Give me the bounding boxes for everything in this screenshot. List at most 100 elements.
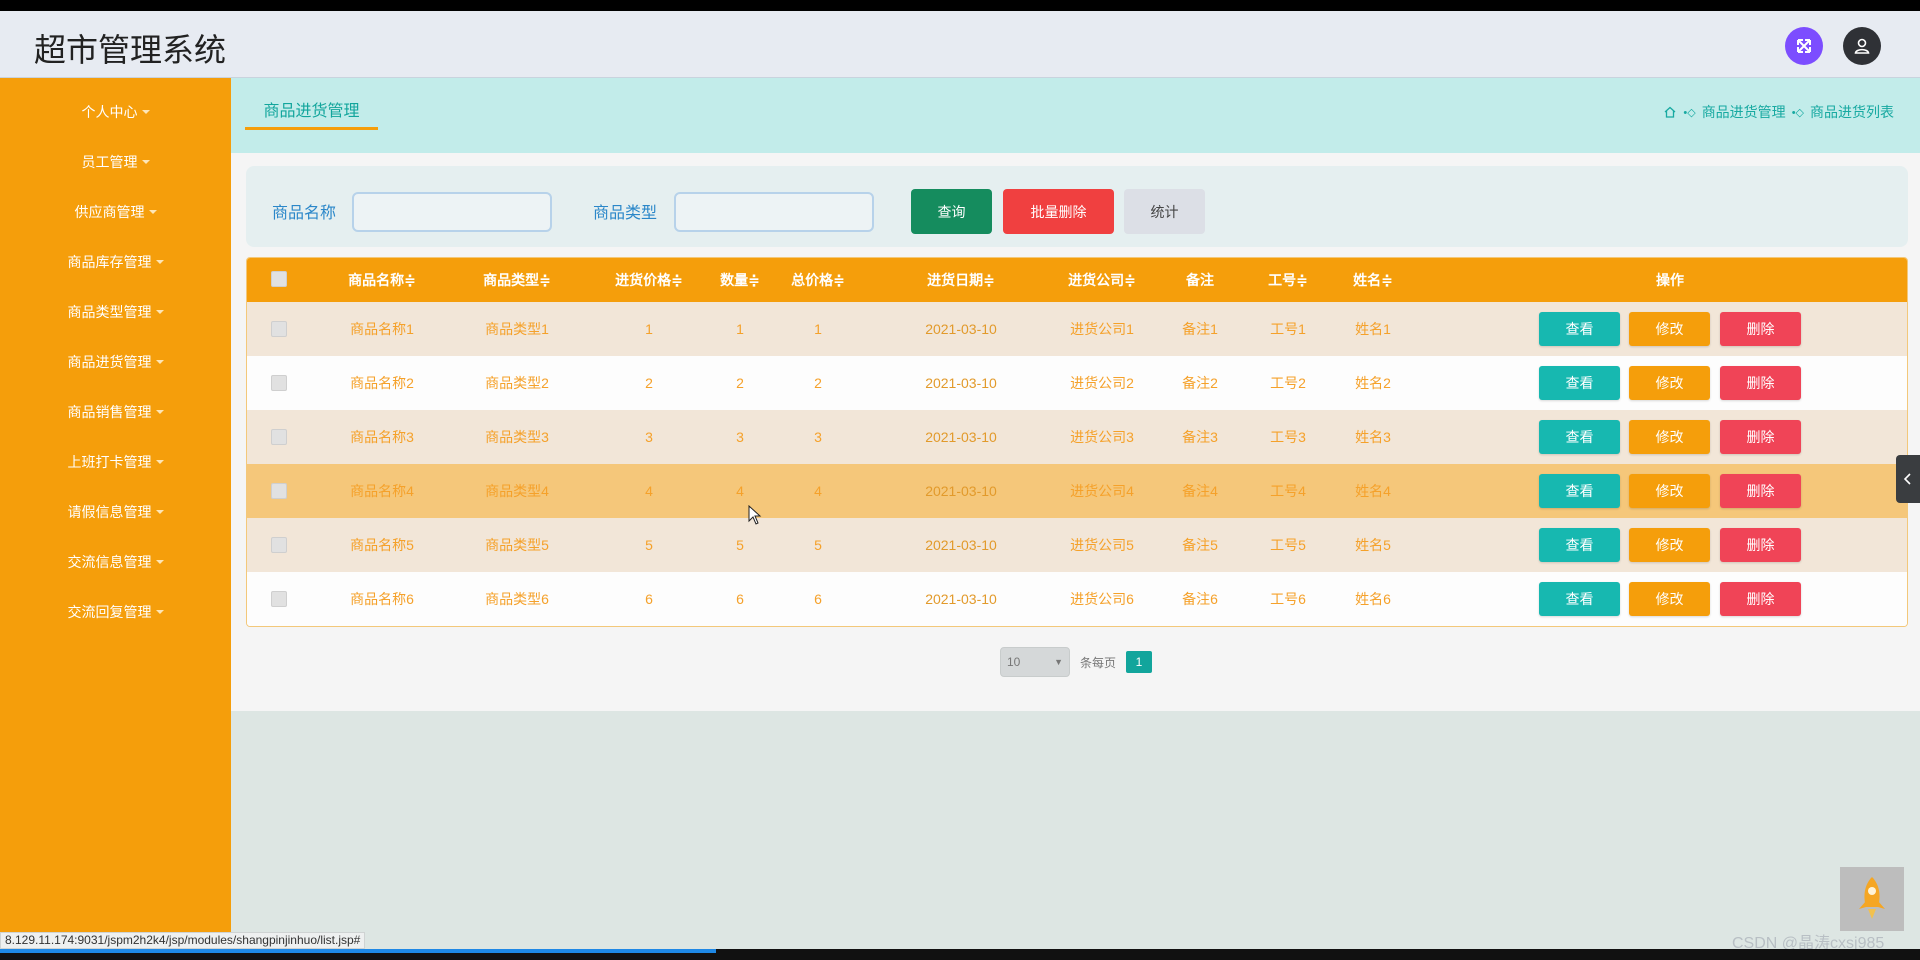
delete-button[interactable]: 删除 (1720, 528, 1801, 562)
view-button[interactable]: 查看 (1539, 312, 1620, 346)
cell-product-type: 商品类型5 (485, 537, 549, 553)
collapse-panel-toggle[interactable] (1896, 455, 1920, 503)
row-checkbox[interactable] (271, 483, 287, 499)
home-icon[interactable] (1663, 105, 1677, 119)
breadcrumb-item[interactable]: 商品进货管理 (1702, 102, 1786, 122)
purchase-table: 商品名称≑ 商品类型≑ 进货价格≑ 数量≑ 总价格≑ 进货日期≑ 进货公司≑ 备… (246, 257, 1908, 627)
view-button[interactable]: 查看 (1539, 420, 1620, 454)
sidebar-item-label: 交流信息管理 (67, 554, 152, 570)
edit-button[interactable]: 修改 (1629, 420, 1710, 454)
sidebar-item-personal-center[interactable]: 个人中心 (0, 97, 231, 127)
tab-purchasing[interactable]: 商品进货管理 (245, 90, 378, 130)
cell-total: 4 (814, 483, 822, 499)
column-header-quantity[interactable]: 数量≑ (700, 258, 780, 302)
column-header-total[interactable]: 总价格≑ (778, 258, 858, 302)
page-size-select[interactable]: 10 ▼ (1000, 647, 1070, 677)
view-button[interactable]: 查看 (1539, 528, 1620, 562)
column-header-date[interactable]: 进货日期≑ (901, 258, 1021, 302)
column-header-product-type[interactable]: 商品类型≑ (467, 258, 567, 302)
chevron-left-icon (1903, 473, 1911, 485)
edit-button[interactable]: 修改 (1629, 312, 1710, 346)
tab-bar: 商品进货管理 •◇ 商品进货管理 •◇ 商品进货列表 (231, 78, 1920, 153)
edit-button[interactable]: 修改 (1629, 366, 1710, 400)
cell-company: 进货公司5 (1070, 537, 1134, 553)
caret-down-icon (155, 260, 164, 264)
column-header-job-no[interactable]: 工号≑ (1248, 258, 1328, 302)
sidebar-item-label: 个人中心 (81, 104, 138, 120)
edit-button[interactable]: 修改 (1629, 582, 1710, 616)
sidebar-item-clock-in[interactable]: 上班打卡管理 (0, 447, 231, 477)
cell-job-no: 工号5 (1270, 537, 1306, 553)
row-checkbox[interactable] (271, 429, 287, 445)
cell-price: 4 (645, 483, 653, 499)
sidebar-item-replies[interactable]: 交流回复管理 (0, 597, 231, 627)
column-header-price[interactable]: 进货价格≑ (599, 258, 699, 302)
product-name-label: 商品名称 (272, 205, 337, 222)
delete-button[interactable]: 删除 (1720, 420, 1801, 454)
rocket-icon (1859, 877, 1885, 919)
sidebar-item-inventory[interactable]: 商品库存管理 (0, 247, 231, 277)
table-row: 商品名称2 商品类型2 2 2 2 2021-03-10 进货公司2 备注2 工… (247, 356, 1907, 410)
back-to-top-button[interactable] (1840, 867, 1904, 931)
edit-button[interactable]: 修改 (1629, 528, 1710, 562)
edit-button[interactable]: 修改 (1629, 474, 1710, 508)
cell-total: 6 (814, 591, 822, 607)
batch-delete-button[interactable]: 批量删除 (1003, 189, 1114, 234)
fullscreen-button[interactable] (1785, 27, 1823, 65)
cell-price: 1 (645, 321, 653, 337)
user-menu-button[interactable] (1843, 27, 1881, 65)
cell-quantity: 1 (736, 321, 744, 337)
column-header-company[interactable]: 进货公司≑ (1047, 258, 1157, 302)
delete-button[interactable]: 删除 (1720, 582, 1801, 616)
page-size-value: 10 (1007, 655, 1021, 669)
cell-job-no: 工号1 (1270, 321, 1306, 337)
product-type-input[interactable] (674, 192, 874, 232)
cell-job-no: 工号6 (1270, 591, 1306, 607)
view-button[interactable]: 查看 (1539, 366, 1620, 400)
cell-price: 6 (645, 591, 653, 607)
delete-button[interactable]: 删除 (1720, 312, 1801, 346)
row-checkbox[interactable] (271, 375, 287, 391)
sidebar-nav: 个人中心 员工管理 供应商管理 商品库存管理 商品类型管理 商品进货管理 商品销… (0, 78, 231, 949)
cell-date: 2021-03-10 (925, 375, 997, 391)
view-button[interactable]: 查看 (1539, 582, 1620, 616)
column-header-person[interactable]: 姓名≑ (1333, 258, 1413, 302)
cell-job-no: 工号3 (1270, 429, 1306, 445)
cell-note: 备注3 (1182, 429, 1218, 445)
cell-company: 进货公司4 (1070, 483, 1134, 499)
product-name-input[interactable] (352, 192, 552, 232)
cell-price: 3 (645, 429, 653, 445)
sidebar-item-purchasing[interactable]: 商品进货管理 (0, 347, 231, 377)
delete-button[interactable]: 删除 (1720, 366, 1801, 400)
watermark: CSDN @晶涛cxsj985 (1732, 935, 1885, 949)
page-load-progress (0, 949, 716, 953)
cell-date: 2021-03-10 (925, 537, 997, 553)
mouse-cursor-icon (748, 504, 762, 530)
sidebar-item-leave[interactable]: 请假信息管理 (0, 497, 231, 527)
view-button[interactable]: 查看 (1539, 474, 1620, 508)
cell-product-type: 商品类型3 (485, 429, 549, 445)
column-header-product-name[interactable]: 商品名称≑ (332, 258, 432, 302)
row-checkbox[interactable] (271, 321, 287, 337)
cell-product-name: 商品名称3 (350, 429, 414, 445)
sidebar-item-label: 商品库存管理 (67, 254, 152, 270)
row-checkbox[interactable] (271, 591, 287, 607)
sidebar-item-suppliers[interactable]: 供应商管理 (0, 197, 231, 227)
breadcrumb: •◇ 商品进货管理 •◇ 商品进货列表 (1663, 102, 1894, 122)
cell-person: 姓名6 (1355, 591, 1391, 607)
row-checkbox[interactable] (271, 537, 287, 553)
cell-person: 姓名1 (1355, 321, 1391, 337)
statistics-button[interactable]: 统计 (1124, 189, 1205, 234)
sidebar-item-product-types[interactable]: 商品类型管理 (0, 297, 231, 327)
table-row: 商品名称6 商品类型6 6 6 6 2021-03-10 进货公司6 备注6 工… (247, 572, 1907, 626)
sidebar-item-sales[interactable]: 商品销售管理 (0, 397, 231, 427)
sidebar-item-employees[interactable]: 员工管理 (0, 147, 231, 177)
top-header: 超市管理系统 (0, 11, 1920, 78)
select-all-checkbox[interactable] (271, 271, 287, 287)
cell-quantity: 3 (736, 429, 744, 445)
breadcrumb-item: 商品进货列表 (1810, 104, 1894, 120)
page-number-current[interactable]: 1 (1126, 651, 1153, 673)
delete-button[interactable]: 删除 (1720, 474, 1801, 508)
query-button[interactable]: 查询 (911, 189, 992, 234)
sidebar-item-messages[interactable]: 交流信息管理 (0, 547, 231, 577)
